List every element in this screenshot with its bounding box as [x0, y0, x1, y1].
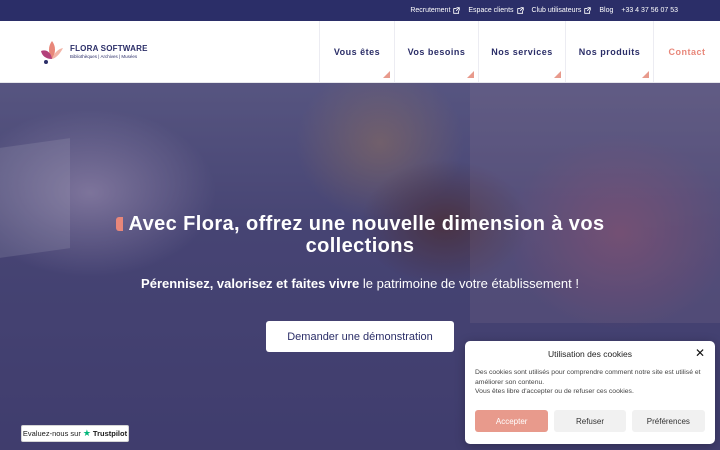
logo-text: FLORA SOFTWARE Bibliothèques | Archives … — [70, 44, 148, 59]
nav-corner-icon — [467, 71, 474, 78]
logo-subtitle: Bibliothèques | Archives | Musées — [70, 53, 138, 59]
nav-contact-label: Contact — [668, 46, 706, 57]
nav-item-label: Nos produits — [578, 46, 641, 57]
accept-cookies-button[interactable]: Accepter — [475, 410, 549, 432]
topbar-link-club-utilisateurs[interactable]: Club utilisateurs — [532, 7, 592, 14]
nav-item-vos-besoins[interactable]: Vos besoins — [394, 21, 478, 82]
nav-corner-icon — [383, 71, 390, 78]
topbar-phone-label: +33 4 37 56 07 53 — [621, 7, 678, 14]
hero-subtitle-rest: le patrimoine de votre établissement ! — [359, 276, 579, 291]
flag-icon — [115, 217, 123, 231]
external-link-icon — [453, 7, 461, 14]
nav-item-label: Vos besoins — [407, 46, 466, 57]
nav-item-label: Vous êtes — [333, 46, 381, 57]
external-link-icon — [516, 7, 524, 14]
close-icon[interactable]: ✕ — [695, 347, 705, 359]
hero-subtitle: Pérennisez, valorisez et faites vivre le… — [60, 276, 660, 291]
cookie-preferences-button[interactable]: Préférences — [631, 410, 705, 432]
logo-title: FLORA SOFTWARE — [70, 43, 148, 53]
site-logo[interactable]: FLORA SOFTWARE Bibliothèques | Archives … — [38, 37, 148, 65]
cookie-text-line: Vous êtes libre d'accepter ou de refuser… — [475, 388, 634, 395]
topbar-link-label: Espace clients — [468, 7, 514, 14]
nav-item-contact[interactable]: Contact — [653, 21, 720, 82]
main-nav: Vous êtes Vos besoins Nos services Nos p… — [319, 21, 720, 82]
topbar-phone-link[interactable]: +33 4 37 56 07 53 — [621, 7, 678, 14]
cookie-text-line: Des cookies sont utilisés pour comprendr… — [475, 369, 701, 386]
nav-item-label: Nos services — [491, 46, 553, 57]
request-demo-button[interactable]: Demander une démonstration — [266, 321, 454, 352]
nav-corner-icon — [554, 71, 561, 78]
trustpilot-prefix: Evaluez-nous sur — [22, 429, 81, 438]
hero-title: Avec Flora, offrez une nouvelle dimensio… — [90, 213, 630, 257]
nav-item-nos-produits[interactable]: Nos produits — [565, 21, 653, 82]
topbar-link-label: Recrutement — [410, 7, 451, 14]
cookie-dialog-title: Utilisation des cookies — [547, 349, 633, 359]
trustpilot-widget[interactable]: Evaluez-nous sur ★ Trustpilot — [21, 425, 129, 442]
topbar-link-espace-clients[interactable]: Espace clients — [468, 7, 524, 14]
hero-subtitle-bold: Pérennisez, valorisez et faites vivre — [141, 276, 360, 291]
trustpilot-brand: Trustpilot — [92, 429, 128, 438]
topbar-link-label: Club utilisateurs — [531, 7, 582, 14]
external-link-icon — [584, 7, 592, 14]
cookie-consent-dialog: Utilisation des cookies ✕ Des cookies so… — [465, 341, 715, 444]
topbar-link-recrutement[interactable]: Recrutement — [410, 7, 461, 14]
nav-corner-icon — [642, 71, 649, 78]
topbar-link-label: Blog — [599, 7, 614, 14]
nav-item-nos-services[interactable]: Nos services — [478, 21, 565, 82]
cookie-buttons: Accepter Refuser Préférences — [475, 410, 705, 432]
topbar-link-blog[interactable]: Blog — [599, 7, 613, 14]
hero-title-text: Avec Flora, offrez une nouvelle dimensio… — [128, 213, 605, 257]
star-icon: ★ — [82, 428, 91, 438]
nav-item-vous-etes[interactable]: Vous êtes — [319, 21, 394, 82]
flora-logo-icon — [41, 41, 63, 64]
refuse-cookies-button[interactable]: Refuser — [554, 410, 626, 432]
cookie-dialog-text: Des cookies sont utilisés pour comprendr… — [475, 368, 705, 397]
site-header: FLORA SOFTWARE Bibliothèques | Archives … — [0, 21, 720, 83]
top-bar: Recrutement Espace clients Club utilisat… — [0, 0, 720, 21]
